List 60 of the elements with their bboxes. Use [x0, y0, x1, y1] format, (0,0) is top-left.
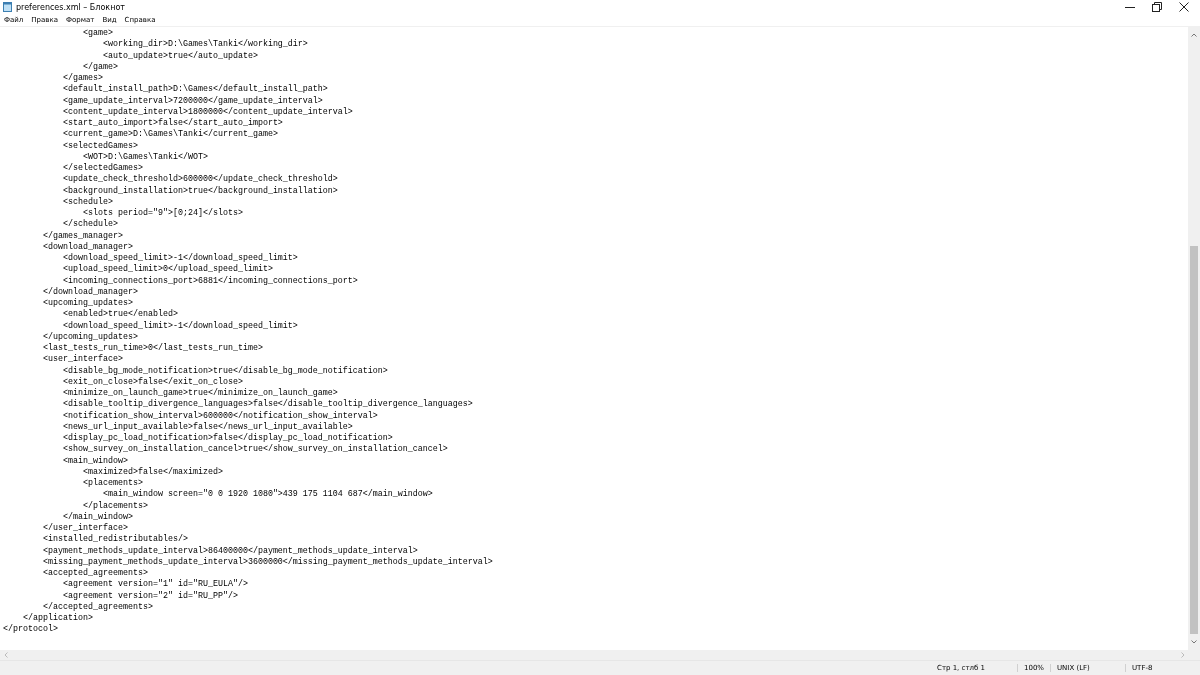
- code-line: <enabled>true</enabled>: [61, 309, 178, 321]
- code-line: <default_install_path>D:\Games</default_install_path>: [61, 84, 328, 96]
- code-line: <exit_on_close>false</exit_on_close>: [61, 376, 243, 388]
- window-title: preferences.xml – Блокнот: [16, 2, 125, 12]
- code-line: <download_speed_limit>-1</download_speed_limit>: [61, 320, 298, 332]
- code-line: <current_game>D:\Games\Tanki</current_game>: [61, 129, 278, 141]
- code-line: <minimize_on_launch_game>true</minimize_on_launch_game>: [61, 388, 338, 399]
- code-line: </upcoming_updates>: [41, 331, 138, 343]
- vertical-scrollbar[interactable]: [1188, 27, 1200, 650]
- code-line: <update_check_threshold>600000</update_check_threshold>: [61, 174, 338, 186]
- code-line: </protocol>: [3, 624, 58, 636]
- code-line: <disable_bg_mode_notification>true</disable_bg_mode_notification>: [61, 365, 388, 377]
- code-line: <download_speed_limit>-1</download_speed_limit>: [61, 253, 298, 264]
- code-line: </download_manager>: [41, 286, 138, 298]
- code-line: <WOT>D:\Games\Tanki</WOT>: [81, 151, 208, 163]
- code-line: </selectedGames>: [61, 163, 143, 174]
- scrollbar-thumb[interactable]: [1190, 246, 1198, 634]
- code-line: <slots period="9">[0;24]</slots>: [81, 208, 243, 219]
- code-line: <display_pc_load_notification>false</display_pc_load_notification>: [61, 433, 393, 444]
- code-line: <missing_payment_methods_update_interval>3600000</missing_payment_methods_update_interval>: [41, 556, 493, 568]
- code-line: <user_interface>: [41, 354, 123, 366]
- code-line: <download_manager>: [41, 241, 133, 253]
- code-line: <game_update_interval>7200000</game_update_interval>: [61, 95, 323, 107]
- code-line: <agreement version="2" id="RU_PP"/>: [61, 590, 238, 602]
- notepad-icon: [3, 2, 12, 12]
- code-line: </game>: [81, 61, 118, 73]
- code-line: <game>: [81, 28, 113, 39]
- code-line: </application>: [22, 613, 93, 624]
- code-line: <last_tests_run_time>0</last_tests_run_time>: [41, 343, 263, 354]
- code-line: <content_update_interval>1800000</content_update_interval>: [61, 106, 353, 118]
- code-line: <disable_tooltip_divergence_languages>false</disable_tooltip_divergence_languages>: [61, 399, 473, 411]
- code-line: </user_interface>: [41, 523, 128, 534]
- code-line: <news_url_input_available>false</news_url_input_available>: [61, 421, 353, 433]
- code-line: <main_window>: [61, 455, 128, 467]
- code-line: <accepted_agreements>: [41, 568, 148, 579]
- code-line: <auto_update>true</auto_update>: [101, 50, 258, 62]
- code-line: <upload_speed_limit>0</upload_speed_limit>: [61, 264, 273, 276]
- code-line: <notification_show_interval>600000</notification_show_interval>: [61, 410, 378, 422]
- code-line: <working_dir>D:\Games\Tanki</working_dir>: [101, 39, 308, 51]
- code-line: <payment_methods_update_interval>86400000</payment_methods_update_interval>: [41, 545, 418, 557]
- code-line: <upcoming_updates>: [41, 298, 133, 309]
- code-line: <schedule>: [61, 196, 113, 208]
- code-line: <selectedGames>: [61, 140, 138, 152]
- restore-icon[interactable]: [1152, 2, 1162, 12]
- code-line: </schedule>: [61, 219, 118, 231]
- code-line: </games>: [61, 73, 103, 84]
- code-line: <incoming_connections_port>6881</incoming_connections_port>: [61, 275, 358, 287]
- code-line: <main_window screen="0 0 1920 1080">439 175 1104 687</main_window>: [101, 489, 433, 501]
- code-line: </accepted_agreements>: [41, 601, 153, 613]
- code-line: </games_manager>: [41, 230, 123, 242]
- code-line: <agreement version="1" id="RU_EULA"/>: [61, 579, 248, 591]
- close-icon[interactable]: [1179, 2, 1189, 12]
- code-line: <placements>: [81, 478, 143, 489]
- code-line: <show_survey_on_installation_cancel>true</show_survey_on_installation_cancel>: [61, 444, 448, 456]
- code-line: </main_window>: [61, 511, 133, 523]
- code-line: <installed_redistributables/>: [41, 534, 188, 546]
- code-line: <background_installation>true</background_installation>: [61, 185, 338, 197]
- code-line: <start_auto_import>false</start_auto_import>: [61, 118, 283, 129]
- code-line: </placements>: [81, 500, 148, 512]
- code-line: <maximized>false</maximized>: [81, 466, 223, 478]
